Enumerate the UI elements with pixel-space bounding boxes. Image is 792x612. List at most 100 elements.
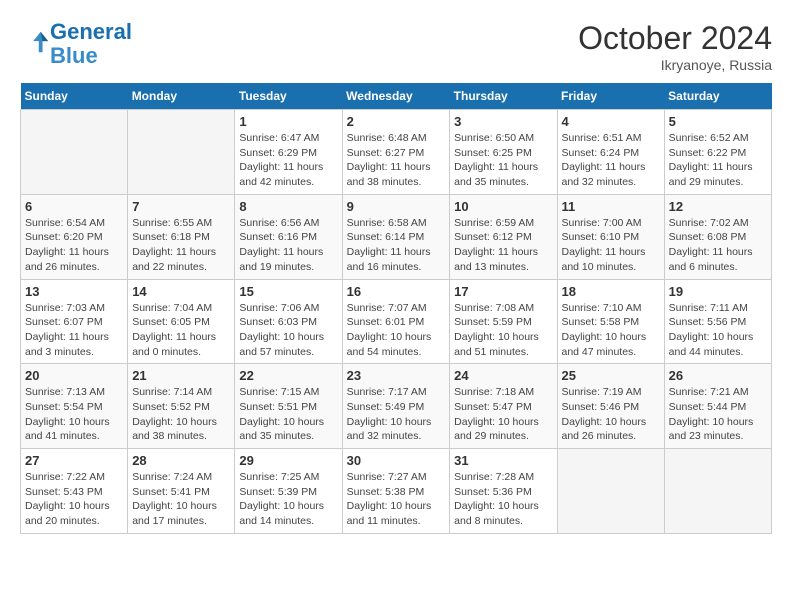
day-info: Sunrise: 6:51 AMSunset: 6:24 PMDaylight:… [562, 131, 660, 190]
day-info: Sunrise: 6:56 AMSunset: 6:16 PMDaylight:… [239, 216, 337, 275]
calendar-cell: 20 Sunrise: 7:13 AMSunset: 5:54 PMDayligh… [21, 364, 128, 449]
page-header: General Blue October 2024 Ikryanoye, Rus… [20, 20, 772, 73]
day-number: 13 [25, 284, 123, 299]
day-info: Sunrise: 7:03 AMSunset: 6:07 PMDaylight:… [25, 301, 123, 360]
calendar-cell: 4 Sunrise: 6:51 AMSunset: 6:24 PMDaylight… [557, 110, 664, 195]
day-info: Sunrise: 6:54 AMSunset: 6:20 PMDaylight:… [25, 216, 123, 275]
day-info: Sunrise: 7:22 AMSunset: 5:43 PMDaylight:… [25, 470, 123, 529]
day-number: 21 [132, 368, 230, 383]
day-info: Sunrise: 7:21 AMSunset: 5:44 PMDaylight:… [669, 385, 767, 444]
calendar-cell: 22Sunrise: 7:15 AMSunset: 5:51 PMDayligh… [235, 364, 342, 449]
header-sunday: Sunday [21, 83, 128, 110]
day-info: Sunrise: 7:00 AMSunset: 6:10 PMDaylight:… [562, 216, 660, 275]
day-number: 25 [562, 368, 660, 383]
logo-text: General Blue [50, 20, 132, 68]
calendar-cell: 25 Sunrise: 7:19 AMSunset: 5:46 PMDayligh… [557, 364, 664, 449]
day-info: Sunrise: 7:28 AMSunset: 5:36 PMDaylight:… [454, 470, 552, 529]
calendar-cell: 1 Sunrise: 6:47 AMSunset: 6:29 PMDaylight… [235, 110, 342, 195]
day-number: 26 [669, 368, 767, 383]
calendar-cell: 6Sunrise: 6:54 AMSunset: 6:20 PMDaylight… [21, 194, 128, 279]
day-number: 3 [454, 114, 552, 129]
calendar-cell: 29Sunrise: 7:25 AMSunset: 5:39 PMDayligh… [235, 449, 342, 534]
day-number: 12 [669, 199, 767, 214]
day-number: 28 [132, 453, 230, 468]
day-info: Sunrise: 7:11 AMSunset: 5:56 PMDaylight:… [669, 301, 767, 360]
day-number: 31 [454, 453, 552, 468]
location: Ikryanoye, Russia [578, 57, 772, 73]
calendar-cell: 19Sunrise: 7:11 AMSunset: 5:56 PMDayligh… [664, 279, 771, 364]
calendar-cell: 12Sunrise: 7:02 AMSunset: 6:08 PMDayligh… [664, 194, 771, 279]
day-number: 11 [562, 199, 660, 214]
calendar-cell [128, 110, 235, 195]
calendar-cell: 15 Sunrise: 7:06 AMSunset: 6:03 PMDayligh… [235, 279, 342, 364]
calendar-cell [21, 110, 128, 195]
day-info: Sunrise: 6:52 AMSunset: 6:22 PMDaylight:… [669, 131, 767, 190]
day-info: Sunrise: 7:18 AMSunset: 5:47 PMDaylight:… [454, 385, 552, 444]
calendar-cell: 3 Sunrise: 6:50 AMSunset: 6:25 PMDaylight… [450, 110, 557, 195]
day-info: Sunrise: 6:58 AMSunset: 6:14 PMDaylight:… [347, 216, 446, 275]
day-number: 16 [347, 284, 446, 299]
calendar-cell: 31 Sunrise: 7:28 AMSunset: 5:36 PMDayligh… [450, 449, 557, 534]
day-number: 20 [25, 368, 123, 383]
day-info: Sunrise: 6:48 AMSunset: 6:27 PMDaylight:… [347, 131, 446, 190]
day-number: 29 [239, 453, 337, 468]
day-info: Sunrise: 7:04 AMSunset: 6:05 PMDaylight:… [132, 301, 230, 360]
day-info: Sunrise: 7:14 AMSunset: 5:52 PMDaylight:… [132, 385, 230, 444]
day-info: Sunrise: 7:15 AMSunset: 5:51 PMDaylight:… [239, 385, 337, 444]
day-number: 10 [454, 199, 552, 214]
calendar-cell: 7 Sunrise: 6:55 AMSunset: 6:18 PMDaylight… [128, 194, 235, 279]
day-number: 23 [347, 368, 446, 383]
calendar-cell: 18Sunrise: 7:10 AMSunset: 5:58 PMDayligh… [557, 279, 664, 364]
day-info: Sunrise: 6:59 AMSunset: 6:12 PMDaylight:… [454, 216, 552, 275]
calendar-table: SundayMondayTuesdayWednesdayThursdayFrid… [20, 83, 772, 534]
day-number: 7 [132, 199, 230, 214]
calendar-week-5: 27Sunrise: 7:22 AMSunset: 5:43 PMDayligh… [21, 449, 772, 534]
calendar-cell [557, 449, 664, 534]
header-thursday: Thursday [450, 83, 557, 110]
day-number: 5 [669, 114, 767, 129]
day-info: Sunrise: 7:17 AMSunset: 5:49 PMDaylight:… [347, 385, 446, 444]
logo: General Blue [20, 20, 132, 68]
day-number: 9 [347, 199, 446, 214]
calendar-week-3: 13 Sunrise: 7:03 AMSunset: 6:07 PMDayligh… [21, 279, 772, 364]
day-number: 4 [562, 114, 660, 129]
calendar-week-1: 1 Sunrise: 6:47 AMSunset: 6:29 PMDaylight… [21, 110, 772, 195]
day-number: 30 [347, 453, 446, 468]
calendar-body: 1 Sunrise: 6:47 AMSunset: 6:29 PMDaylight… [21, 110, 772, 534]
day-info: Sunrise: 7:27 AMSunset: 5:38 PMDaylight:… [347, 470, 446, 529]
calendar-cell: 24 Sunrise: 7:18 AMSunset: 5:47 PMDayligh… [450, 364, 557, 449]
day-info: Sunrise: 7:10 AMSunset: 5:58 PMDaylight:… [562, 301, 660, 360]
calendar-cell: 11 Sunrise: 7:00 AMSunset: 6:10 PMDayligh… [557, 194, 664, 279]
calendar-cell: 23 Sunrise: 7:17 AMSunset: 5:49 PMDayligh… [342, 364, 450, 449]
calendar-cell: 17 Sunrise: 7:08 AMSunset: 5:59 PMDayligh… [450, 279, 557, 364]
day-info: Sunrise: 6:50 AMSunset: 6:25 PMDaylight:… [454, 131, 552, 190]
day-info: Sunrise: 7:08 AMSunset: 5:59 PMDaylight:… [454, 301, 552, 360]
day-number: 15 [239, 284, 337, 299]
month-title: October 2024 [578, 20, 772, 57]
header-wednesday: Wednesday [342, 83, 450, 110]
day-info: Sunrise: 6:47 AMSunset: 6:29 PMDaylight:… [239, 131, 337, 190]
calendar-cell: 14 Sunrise: 7:04 AMSunset: 6:05 PMDayligh… [128, 279, 235, 364]
title-block: October 2024 Ikryanoye, Russia [578, 20, 772, 73]
day-number: 17 [454, 284, 552, 299]
header-tuesday: Tuesday [235, 83, 342, 110]
calendar-cell: 21 Sunrise: 7:14 AMSunset: 5:52 PMDayligh… [128, 364, 235, 449]
day-info: Sunrise: 7:19 AMSunset: 5:46 PMDaylight:… [562, 385, 660, 444]
calendar-cell: 10 Sunrise: 6:59 AMSunset: 6:12 PMDayligh… [450, 194, 557, 279]
calendar-cell: 9 Sunrise: 6:58 AMSunset: 6:14 PMDaylight… [342, 194, 450, 279]
calendar-week-2: 6Sunrise: 6:54 AMSunset: 6:20 PMDaylight… [21, 194, 772, 279]
calendar-header-row: SundayMondayTuesdayWednesdayThursdayFrid… [21, 83, 772, 110]
calendar-cell: 13 Sunrise: 7:03 AMSunset: 6:07 PMDayligh… [21, 279, 128, 364]
calendar-cell: 27Sunrise: 7:22 AMSunset: 5:43 PMDayligh… [21, 449, 128, 534]
calendar-cell: 5 Sunrise: 6:52 AMSunset: 6:22 PMDaylight… [664, 110, 771, 195]
day-info: Sunrise: 7:13 AMSunset: 5:54 PMDaylight:… [25, 385, 123, 444]
day-number: 8 [239, 199, 337, 214]
day-info: Sunrise: 7:06 AMSunset: 6:03 PMDaylight:… [239, 301, 337, 360]
day-number: 14 [132, 284, 230, 299]
calendar-cell: 2Sunrise: 6:48 AMSunset: 6:27 PMDaylight… [342, 110, 450, 195]
day-number: 24 [454, 368, 552, 383]
day-number: 1 [239, 114, 337, 129]
day-info: Sunrise: 6:55 AMSunset: 6:18 PMDaylight:… [132, 216, 230, 275]
day-info: Sunrise: 7:07 AMSunset: 6:01 PMDaylight:… [347, 301, 446, 360]
calendar-cell: 26 Sunrise: 7:21 AMSunset: 5:44 PMDayligh… [664, 364, 771, 449]
